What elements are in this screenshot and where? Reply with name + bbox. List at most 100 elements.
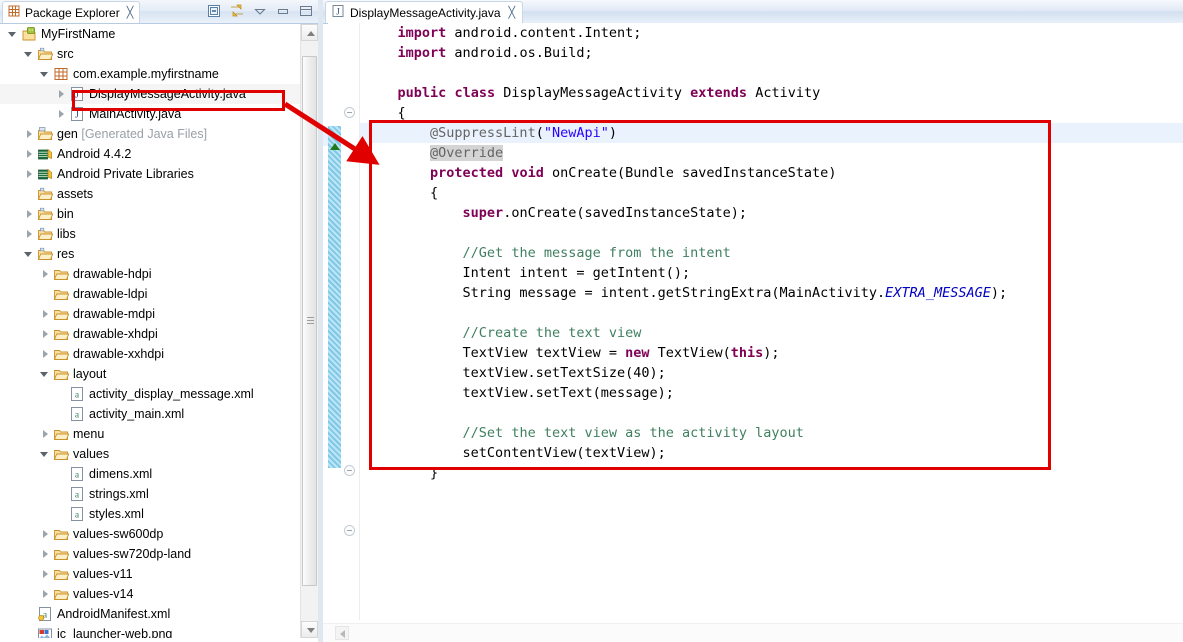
tree-item-src[interactable]: src — [0, 44, 300, 64]
scroll-up-arrow[interactable] — [301, 24, 318, 41]
tree-item-libs[interactable]: libs — [0, 224, 300, 244]
chevron-right-icon[interactable] — [40, 549, 51, 560]
chevron-right-icon[interactable] — [40, 529, 51, 540]
code-line[interactable]: { — [360, 183, 1183, 203]
code-line[interactable]: textView.setTextSize(40); — [360, 363, 1183, 383]
code-line[interactable]: TextView textView = new TextView(this); — [360, 343, 1183, 363]
tree-item-activity-display-message-xml[interactable]: a activity_display_message.xml — [0, 384, 300, 404]
scrollbar-thumb[interactable] — [302, 56, 317, 586]
code-line[interactable]: import android.content.Intent; — [360, 23, 1183, 43]
tree-item-drawable-ldpi[interactable]: drawable-ldpi — [0, 284, 300, 304]
view-menu-icon[interactable] — [252, 3, 268, 19]
code-line[interactable]: Intent intent = getIntent(); — [360, 263, 1183, 283]
chevron-right-icon[interactable] — [24, 229, 35, 240]
tree-item-styles-xml[interactable]: a styles.xml — [0, 504, 300, 524]
tree-item-android-private-libraries[interactable]: Android Private Libraries — [0, 164, 300, 184]
scroll-down-arrow[interactable] — [301, 621, 318, 638]
code-line[interactable]: //Create the text view — [360, 323, 1183, 343]
code-line[interactable]: protected void onCreate(Bundle savedInst… — [360, 163, 1183, 183]
tree-item-bin[interactable]: bin — [0, 204, 300, 224]
code-line[interactable]: textView.setText(message); — [360, 383, 1183, 403]
chevron-right-icon[interactable] — [24, 129, 35, 140]
code-line[interactable] — [360, 223, 1183, 243]
maximize-icon[interactable] — [298, 3, 314, 19]
fold-collapse-icon[interactable] — [344, 465, 355, 476]
tree-item-dimens-xml[interactable]: a dimens.xml — [0, 464, 300, 484]
tree-item-gen-generated-java-files[interactable]: gen [Generated Java Files] — [0, 124, 300, 144]
tree-item-com-example-myfirstname[interactable]: com.example.myfirstname — [0, 64, 300, 84]
chevron-right-icon[interactable] — [40, 429, 51, 440]
code-line[interactable]: } — [360, 463, 1183, 483]
code-line[interactable]: { — [360, 103, 1183, 123]
code-line[interactable]: super.onCreate(savedInstanceState); — [360, 203, 1183, 223]
chevron-right-icon[interactable] — [40, 349, 51, 360]
tree-item-myfirstname[interactable]: MyFirstName — [0, 24, 300, 44]
tree-item-values-sw720dp-land[interactable]: values-sw720dp-land — [0, 544, 300, 564]
folder-icon — [53, 586, 70, 602]
tree-item-values-v11[interactable]: values-v11 — [0, 564, 300, 584]
tree-item-displaymessageactivity-java[interactable]: J DisplayMessageActivity.java — [0, 84, 300, 104]
chevron-right-icon[interactable] — [24, 209, 35, 220]
code-line[interactable]: @SuppressLint("NewApi") — [360, 123, 1183, 143]
chevron-down-icon[interactable] — [40, 449, 51, 460]
source-code[interactable]: import android.content.Intent; import an… — [360, 23, 1183, 620]
chevron-down-icon[interactable] — [40, 369, 51, 380]
chevron-down-icon[interactable] — [24, 249, 35, 260]
tree-item-assets[interactable]: assets — [0, 184, 300, 204]
tree-item-values[interactable]: values — [0, 444, 300, 464]
chevron-down-icon[interactable] — [8, 29, 19, 40]
project-tree[interactable]: MyFirstName src com.example.myfirstname J Di… — [0, 24, 300, 638]
close-icon[interactable]: ╳ — [127, 6, 134, 19]
chevron-right-icon[interactable] — [24, 149, 35, 160]
close-icon[interactable]: ╳ — [509, 6, 516, 19]
collapse-all-icon[interactable] — [206, 3, 222, 19]
fold-collapse-icon[interactable] — [344, 107, 355, 118]
package-explorer-scrollbar[interactable] — [300, 24, 318, 638]
tree-item-res[interactable]: res — [0, 244, 300, 264]
chevron-right-icon[interactable] — [40, 589, 51, 600]
fold-collapse-icon[interactable] — [344, 525, 355, 536]
tree-item-values-v14[interactable]: values-v14 — [0, 584, 300, 604]
tree-item-drawable-xxhdpi[interactable]: drawable-xxhdpi — [0, 344, 300, 364]
chevron-right-icon[interactable] — [56, 89, 67, 100]
chevron-right-icon[interactable] — [40, 309, 51, 320]
tree-item-strings-xml[interactable]: a strings.xml — [0, 484, 300, 504]
tree-item-values-sw600dp[interactable]: values-sw600dp — [0, 524, 300, 544]
code-line[interactable]: @Override — [360, 143, 1183, 163]
minimize-icon[interactable] — [275, 3, 291, 19]
tree-item-android-4-4-2[interactable]: Android 4.4.2 — [0, 144, 300, 164]
tree-item-menu[interactable]: menu — [0, 424, 300, 444]
editor-horizontal-scrollbar[interactable] — [323, 623, 1183, 642]
code-line[interactable]: public class DisplayMessageActivity exte… — [360, 83, 1183, 103]
tree-item-drawable-hdpi[interactable]: drawable-hdpi — [0, 264, 300, 284]
code-line[interactable] — [360, 403, 1183, 423]
tree-item-activity-main-xml[interactable]: a activity_main.xml — [0, 404, 300, 424]
chevron-right-icon[interactable] — [24, 169, 35, 180]
code-line[interactable] — [360, 303, 1183, 323]
editor-tab[interactable]: J DisplayMessageActivity.java ╳ — [325, 1, 524, 23]
folding-ruler[interactable] — [341, 23, 360, 620]
scroll-left-arrow[interactable] — [335, 626, 349, 640]
package-explorer-tab[interactable]: Package Explorer ╳ — [2, 1, 141, 23]
chevron-down-icon[interactable] — [24, 49, 35, 60]
tree-item-drawable-xhdpi[interactable]: drawable-xhdpi — [0, 324, 300, 344]
chevron-right-icon[interactable] — [40, 269, 51, 280]
tree-item-layout[interactable]: layout — [0, 364, 300, 384]
chevron-right-icon[interactable] — [56, 109, 67, 120]
tree-item-androidmanifest-xml[interactable]: a AndroidManifest.xml — [0, 604, 300, 624]
tree-item-drawable-mdpi[interactable]: drawable-mdpi — [0, 304, 300, 324]
code-line[interactable]: import android.os.Build; — [360, 43, 1183, 63]
link-with-editor-icon[interactable] — [229, 3, 245, 19]
source-folder-icon — [37, 206, 54, 222]
code-line[interactable]: setContentView(textView); — [360, 443, 1183, 463]
code-line[interactable]: //Set the text view as the activity layo… — [360, 423, 1183, 443]
chevron-right-icon[interactable] — [40, 329, 51, 340]
chevron-down-icon[interactable] — [40, 69, 51, 80]
code-line[interactable]: //Get the message from the intent — [360, 243, 1183, 263]
tree-item-ic-launcher-web-png[interactable]: ic_launcher-web.png — [0, 624, 300, 638]
tree-item-mainactivity-java[interactable]: J MainActivity.java — [0, 104, 300, 124]
code-line[interactable]: String message = intent.getStringExtra(M… — [360, 283, 1183, 303]
chevron-right-icon[interactable] — [40, 569, 51, 580]
code-line[interactable] — [360, 63, 1183, 83]
